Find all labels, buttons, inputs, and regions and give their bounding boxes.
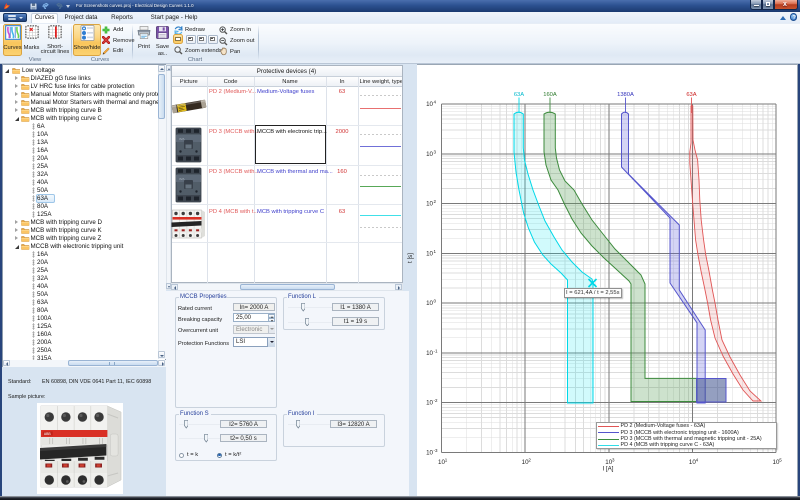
svg-text:10: 10: [426, 201, 433, 208]
svg-text:10: 10: [426, 449, 433, 456]
svg-text:-1: -1: [434, 348, 438, 353]
svg-text:10: 10: [426, 250, 433, 257]
svg-text:1: 1: [434, 249, 437, 254]
svg-text:160A: 160A: [543, 92, 557, 98]
svg-text:10: 10: [426, 151, 433, 158]
svg-text:3: 3: [434, 149, 437, 154]
svg-text:-3: -3: [434, 448, 438, 453]
svg-text:3: 3: [612, 458, 615, 463]
svg-text:2: 2: [528, 458, 531, 463]
svg-text:3VA: 3VA: [179, 137, 184, 141]
svg-text:t [s]: t [s]: [407, 253, 414, 263]
svg-text:5: 5: [779, 458, 782, 463]
svg-text:4: 4: [434, 100, 437, 105]
svg-text:-2: -2: [434, 398, 438, 403]
svg-text:0: 0: [434, 299, 437, 304]
svg-text:10: 10: [426, 400, 433, 407]
svg-text:1380A: 1380A: [617, 92, 634, 98]
svg-text:63A: 63A: [514, 92, 524, 98]
svg-text:10: 10: [426, 101, 433, 108]
svg-text:1: 1: [445, 458, 448, 463]
svg-text:63A: 63A: [686, 92, 696, 98]
svg-text:4: 4: [696, 458, 699, 463]
svg-text:ABB: ABB: [44, 432, 51, 436]
svg-text:I [A]: I [A]: [602, 466, 613, 473]
svg-text:2: 2: [434, 199, 437, 204]
svg-text:10: 10: [426, 350, 433, 357]
svg-text:10: 10: [426, 300, 433, 307]
svg-text:3VA: 3VA: [179, 177, 184, 181]
